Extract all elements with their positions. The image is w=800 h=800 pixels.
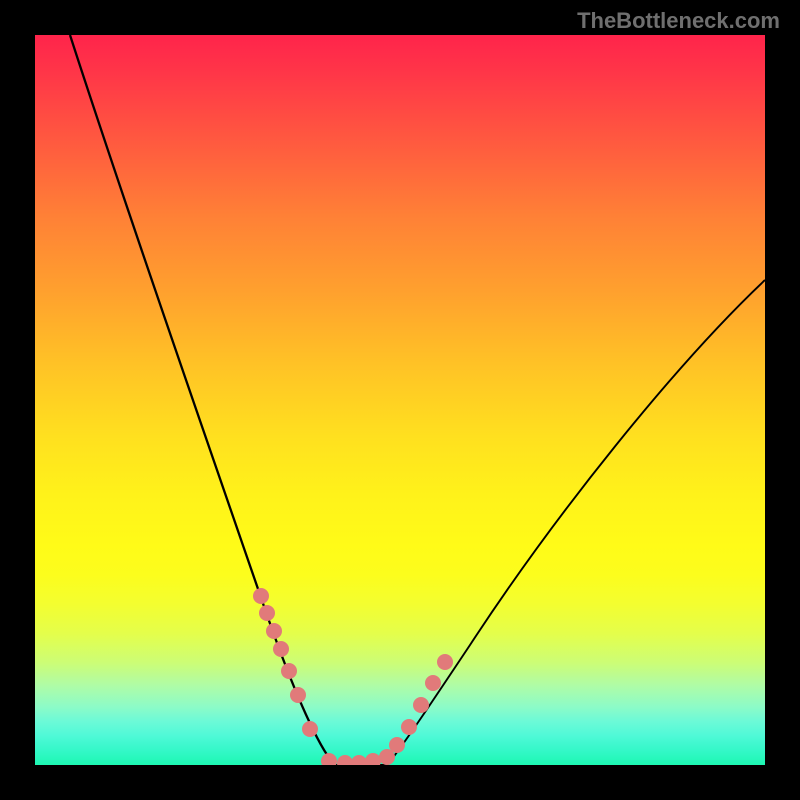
marker-dot <box>253 588 269 604</box>
marker-dot <box>281 663 297 679</box>
marker-dot <box>437 654 453 670</box>
marker-dot <box>425 675 441 691</box>
curve-left <box>70 35 335 765</box>
marker-dot <box>259 605 275 621</box>
marker-dot <box>389 737 405 753</box>
marker-dot <box>401 719 417 735</box>
marker-group <box>253 588 453 765</box>
marker-dot <box>302 721 318 737</box>
marker-dot <box>351 755 367 765</box>
marker-dot <box>273 641 289 657</box>
marker-dot <box>321 753 337 765</box>
marker-dot <box>337 755 353 765</box>
marker-dot <box>365 753 381 765</box>
watermark-label: TheBottleneck.com <box>577 8 780 34</box>
chart-container: TheBottleneck.com <box>0 0 800 800</box>
chart-svg <box>35 35 765 765</box>
marker-dot <box>290 687 306 703</box>
curve-right <box>387 280 765 765</box>
marker-dot <box>266 623 282 639</box>
marker-dot <box>413 697 429 713</box>
